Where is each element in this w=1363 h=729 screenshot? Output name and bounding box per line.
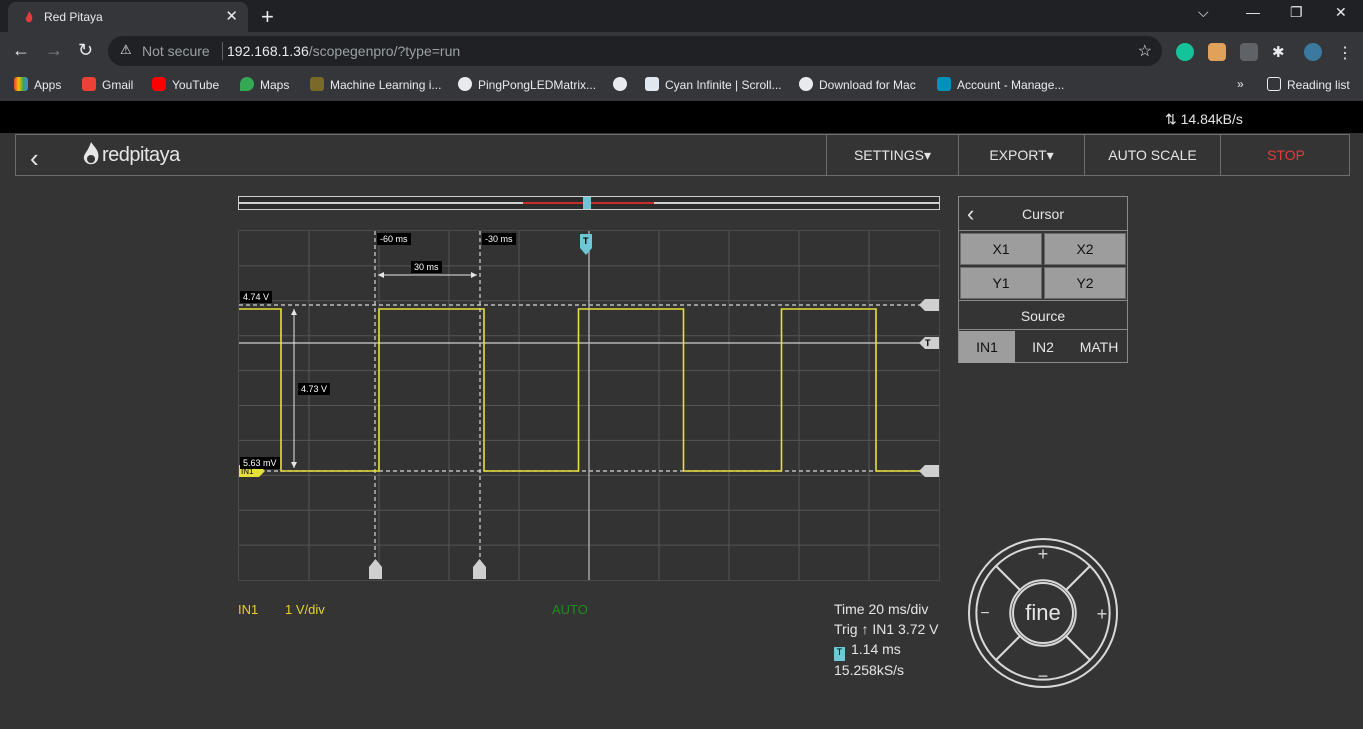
source-math-button[interactable]: MATH — [1071, 331, 1127, 363]
bookmark-ml[interactable]: Machine Learning i... — [310, 77, 441, 92]
panel-back-icon[interactable]: ‹ — [967, 197, 974, 231]
cursor-x1-button[interactable]: X1 — [960, 233, 1042, 265]
more-bookmarks[interactable]: » — [1237, 77, 1244, 91]
new-tab-button[interactable]: + — [261, 4, 274, 30]
grammarly-extension-icon[interactable] — [1176, 43, 1194, 61]
tab-title: Red Pitaya — [44, 10, 103, 24]
warning-icon[interactable]: ⚠ — [120, 42, 132, 58]
export-button[interactable]: EXPORT▾ — [958, 135, 1084, 175]
bookmark-cyan[interactable]: Cyan Infinite | Scroll... — [645, 77, 782, 92]
source-title: Source — [959, 300, 1127, 330]
youtube-icon — [152, 77, 166, 91]
url-text: 192.168.1.36/scopegenpro/?type=run — [227, 43, 461, 59]
minimize-icon[interactable]: — — [1246, 4, 1260, 20]
tab-search-icon[interactable]: ⌵ — [1198, 4, 1209, 21]
fine-button[interactable]: fine — [966, 536, 1120, 690]
reload-icon[interactable]: ↻ — [78, 40, 93, 61]
cursor-y1-button[interactable]: Y1 — [960, 267, 1042, 299]
reading-list[interactable]: Reading list — [1267, 77, 1350, 92]
cursor-panel: ‹ Cursor X1 X2 Y1 Y2 Source IN1 IN2 MATH — [958, 196, 1128, 363]
source-in1-button[interactable]: IN1 — [959, 331, 1015, 363]
scope-plot[interactable]: -60 ms -30 ms 30 ms 4.74 V 5.63 mV 4.73 … — [238, 230, 940, 581]
flame-logo-icon — [83, 142, 99, 165]
status-strip: ⇅ 14.84kB/s — [0, 101, 1363, 133]
cursor-y2-button[interactable]: Y2 — [1044, 267, 1126, 299]
trigger-marker-text: T — [925, 338, 931, 348]
omnibox-divider — [222, 42, 223, 60]
bookmark-gmail[interactable]: Gmail — [82, 77, 133, 92]
globe-icon — [613, 77, 627, 91]
up-down-arrows-icon: ⇅ — [1165, 111, 1177, 127]
trigger-position-marker[interactable] — [583, 197, 591, 209]
bookmark-download-mac[interactable]: Download for Mac — [799, 77, 916, 92]
settings-button[interactable]: SETTINGS▾ — [826, 135, 958, 175]
puzzle-extensions-icon[interactable]: ✱ — [1272, 43, 1290, 61]
browser-tab[interactable]: Red Pitaya ✕ — [8, 2, 248, 32]
app-back-icon[interactable]: ‹ — [30, 143, 39, 174]
bookmark-youtube[interactable]: YouTube — [152, 77, 219, 92]
reading-list-icon — [1267, 77, 1281, 91]
restore-icon[interactable]: ❐ — [1290, 4, 1303, 21]
redpitaya-favicon-icon — [25, 11, 33, 23]
in1-marker-text: IN1 — [241, 467, 254, 476]
bookmark-apps[interactable]: Apps — [14, 77, 61, 92]
trigger-top-marker-text: T — [583, 236, 589, 246]
sample-rate: 15.258kS/s — [834, 662, 905, 678]
trigger-badge-icon: T — [834, 647, 845, 661]
bookmark-github[interactable]: PingPongLEDMatrix... — [458, 77, 596, 92]
channel-scale: 1 V/div — [285, 602, 325, 617]
bookmark-maps[interactable]: Maps — [240, 77, 289, 92]
arm-icon — [937, 77, 951, 91]
transfer-speed: ⇅ 14.84kB/s — [1165, 111, 1243, 127]
menu-kebab-icon[interactable]: ⋮ — [1336, 43, 1354, 62]
scope-grid-and-trace — [239, 231, 939, 580]
browser-tab-strip: Red Pitaya ✕ + ⌵ — ❐ ✕ — [0, 0, 1363, 32]
trigger-delay: T 1.14 ms — [834, 641, 901, 661]
gmail-icon — [82, 77, 96, 91]
apps-grid-icon — [14, 77, 28, 91]
browser-toolbar: ← → ↻ ⚠ Not secure 192.168.1.36/scopegen… — [0, 32, 1363, 70]
cursor-x1-handle[interactable] — [369, 559, 382, 579]
auto-scale-button[interactable]: AUTO SCALE — [1084, 135, 1220, 175]
tab-close-icon[interactable]: ✕ — [225, 7, 238, 25]
cursor-panel-header: ‹ Cursor — [959, 197, 1127, 231]
bookmark-favicon-icon — [310, 77, 324, 91]
bookmark-favicon-icon — [645, 77, 659, 91]
cursor-x2-label: -30 ms — [482, 233, 516, 245]
bookmarks-bar: Apps Gmail YouTube Maps Machine Learning… — [0, 70, 1363, 100]
delta-y-label: 4.73 V — [298, 383, 331, 395]
channel-label: IN1 — [238, 602, 259, 617]
cursor-x2-button[interactable]: X2 — [1044, 233, 1126, 265]
time-scale: Time 20 ms/div — [834, 601, 929, 617]
maps-pin-icon — [240, 77, 254, 91]
app-header: ‹ redpitaya SETTINGS▾ EXPORT▾ AUTO SCALE… — [15, 134, 1350, 176]
trigger-info: Trig ↑ IN1 3.72 V — [834, 621, 939, 637]
globe-icon — [799, 77, 813, 91]
not-secure-label: Not secure — [142, 43, 210, 59]
bookmark-account[interactable]: Account - Manage... — [937, 77, 1064, 92]
cursor-y1-label: 4.74 V — [240, 291, 273, 303]
stop-button[interactable]: STOP — [1220, 135, 1351, 175]
trigger-mode: AUTO — [552, 602, 588, 617]
back-icon[interactable]: ← — [12, 40, 30, 61]
address-bar[interactable]: ⚠ Not secure 192.168.1.36/scopegenpro/?t… — [108, 36, 1162, 66]
fine-tune-dial: + − − + fine — [966, 536, 1120, 690]
cursor-x1-label: -60 ms — [377, 233, 411, 245]
source-in2-button[interactable]: IN2 — [1015, 331, 1071, 363]
cursor-x2-handle[interactable] — [473, 559, 486, 579]
extension-icon[interactable] — [1208, 43, 1226, 61]
buffer-overview-bar[interactable] — [238, 196, 940, 210]
in1-trace — [239, 308, 921, 472]
bookmark-star-icon[interactable]: ☆ — [1138, 41, 1152, 61]
redpitaya-logo: redpitaya — [80, 141, 180, 171]
forward-icon[interactable]: → — [45, 40, 63, 61]
bookmark-globe[interactable] — [613, 77, 633, 92]
delta-x-label: 30 ms — [411, 261, 442, 273]
close-window-icon[interactable]: ✕ — [1335, 4, 1347, 21]
profile-avatar[interactable] — [1304, 43, 1322, 61]
extension-icon[interactable] — [1240, 43, 1258, 61]
github-icon — [458, 77, 472, 91]
